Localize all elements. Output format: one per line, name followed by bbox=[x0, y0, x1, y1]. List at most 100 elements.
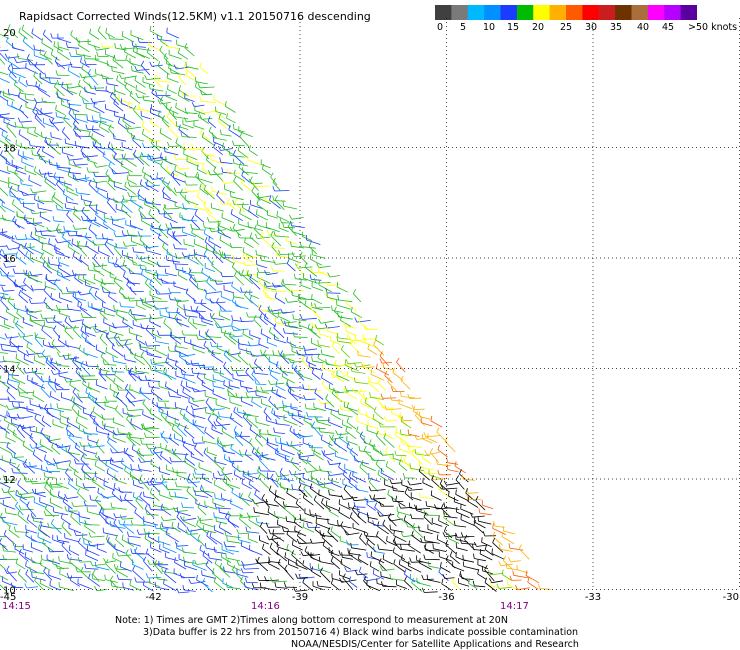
wind-barb-flag bbox=[173, 243, 176, 249]
wind-barb-flag bbox=[254, 489, 257, 495]
wind-barb bbox=[81, 199, 92, 203]
wind-barb bbox=[115, 409, 124, 418]
wind-barb bbox=[18, 294, 29, 304]
wind-barb-flag bbox=[25, 62, 27, 68]
wind-barb-flag bbox=[400, 532, 404, 537]
wind-barb bbox=[338, 413, 353, 418]
wind-barb-flag bbox=[249, 438, 253, 444]
wind-barb bbox=[166, 232, 178, 242]
wind-barb-flag bbox=[147, 531, 150, 537]
wind-barb-flag bbox=[26, 501, 30, 507]
wind-barb-flag bbox=[43, 510, 47, 516]
wind-barb-flag bbox=[173, 448, 177, 454]
wind-barb-flag bbox=[385, 447, 389, 452]
wind-barb bbox=[69, 384, 80, 392]
wind-barb bbox=[6, 126, 17, 138]
wind-barb bbox=[40, 432, 52, 444]
wind-barb-flag bbox=[323, 450, 326, 456]
wind-barb-flag bbox=[184, 311, 187, 316]
wind-barb bbox=[328, 551, 340, 557]
wind-barb-flag bbox=[477, 516, 479, 522]
wind-barb bbox=[0, 414, 8, 419]
wind-barb bbox=[289, 415, 304, 417]
wind-barb bbox=[0, 380, 11, 389]
wind-barb-flag bbox=[30, 188, 34, 193]
wind-barb bbox=[234, 437, 244, 447]
wind-barb-flag bbox=[148, 504, 151, 510]
wind-barb bbox=[45, 482, 54, 491]
wind-barb bbox=[34, 338, 44, 348]
wind-barb bbox=[219, 473, 233, 476]
wind-barb-flag bbox=[75, 187, 78, 193]
wind-barb bbox=[114, 90, 126, 95]
wind-barb bbox=[468, 492, 479, 494]
wind-barb bbox=[32, 211, 47, 215]
wind-barb-flag bbox=[4, 333, 8, 339]
wind-barb-flag bbox=[165, 255, 168, 261]
wind-barb-flag bbox=[386, 536, 388, 542]
wind-barb bbox=[142, 403, 151, 412]
wind-barb bbox=[216, 194, 225, 204]
wind-barb bbox=[241, 182, 252, 191]
wind-barb-flag bbox=[289, 214, 293, 220]
wind-barb bbox=[184, 243, 195, 247]
wind-barb bbox=[150, 481, 160, 493]
wind-barb-flag bbox=[111, 66, 113, 72]
wind-barb-flag bbox=[192, 318, 194, 324]
wind-barb-flag bbox=[79, 254, 82, 260]
wind-barb-flag bbox=[149, 316, 151, 322]
wind-barb bbox=[241, 320, 254, 322]
wind-barb bbox=[17, 514, 29, 524]
wind-barb-flag bbox=[248, 145, 251, 151]
wind-barb bbox=[135, 89, 146, 95]
wind-barb-flag bbox=[67, 170, 70, 176]
wind-barb-flag bbox=[1, 200, 4, 206]
wind-barb bbox=[411, 535, 422, 543]
wind-barb bbox=[136, 69, 150, 71]
wind-barb-flag bbox=[34, 127, 36, 133]
wind-barb bbox=[408, 565, 422, 573]
wind-barb-flag bbox=[129, 580, 132, 586]
wind-barb-flag bbox=[333, 306, 337, 312]
wind-barb-flag bbox=[119, 495, 122, 501]
wind-barb-flag bbox=[203, 448, 207, 454]
wind-barb bbox=[157, 274, 169, 276]
wind-barb-flag bbox=[491, 548, 493, 554]
wind-barb-flag bbox=[249, 232, 253, 238]
wind-barb bbox=[93, 278, 107, 286]
wind-barb bbox=[421, 422, 433, 427]
wind-barb bbox=[57, 97, 70, 102]
wind-barb bbox=[48, 380, 60, 386]
wind-barb-flag bbox=[17, 382, 20, 388]
wind-barb-flag bbox=[304, 546, 308, 552]
wind-barb bbox=[90, 535, 105, 538]
wind-barb-flag bbox=[430, 490, 433, 496]
wind-barb-flag bbox=[74, 140, 77, 146]
wind-barb bbox=[109, 276, 123, 282]
wind-barb-flag bbox=[201, 148, 204, 154]
wind-barb-flag bbox=[282, 222, 285, 228]
wind-barb bbox=[8, 529, 20, 539]
wind-barb bbox=[141, 260, 155, 266]
wind-barb-flag bbox=[88, 130, 91, 136]
wind-barb bbox=[0, 361, 7, 363]
wind-barb bbox=[35, 447, 48, 453]
wind-barb bbox=[0, 517, 11, 527]
wind-barb bbox=[97, 30, 107, 40]
wind-barb bbox=[353, 293, 362, 303]
wind-barb bbox=[0, 169, 11, 175]
wind-barb-flag bbox=[134, 507, 137, 513]
wind-barb-flag bbox=[191, 215, 195, 221]
wind-barb bbox=[291, 351, 306, 357]
wind-barb bbox=[26, 58, 37, 68]
wind-barb bbox=[184, 429, 195, 439]
wind-barb bbox=[379, 514, 395, 517]
wind-barb-flag bbox=[2, 355, 5, 361]
wind-barb-flag bbox=[101, 287, 104, 293]
wind-barb bbox=[210, 159, 225, 165]
wind-barb-flag bbox=[124, 181, 127, 187]
wind-barb bbox=[83, 449, 96, 455]
wind-barb bbox=[94, 475, 109, 484]
wind-barb-flag bbox=[99, 121, 101, 127]
wind-barb bbox=[73, 213, 82, 221]
